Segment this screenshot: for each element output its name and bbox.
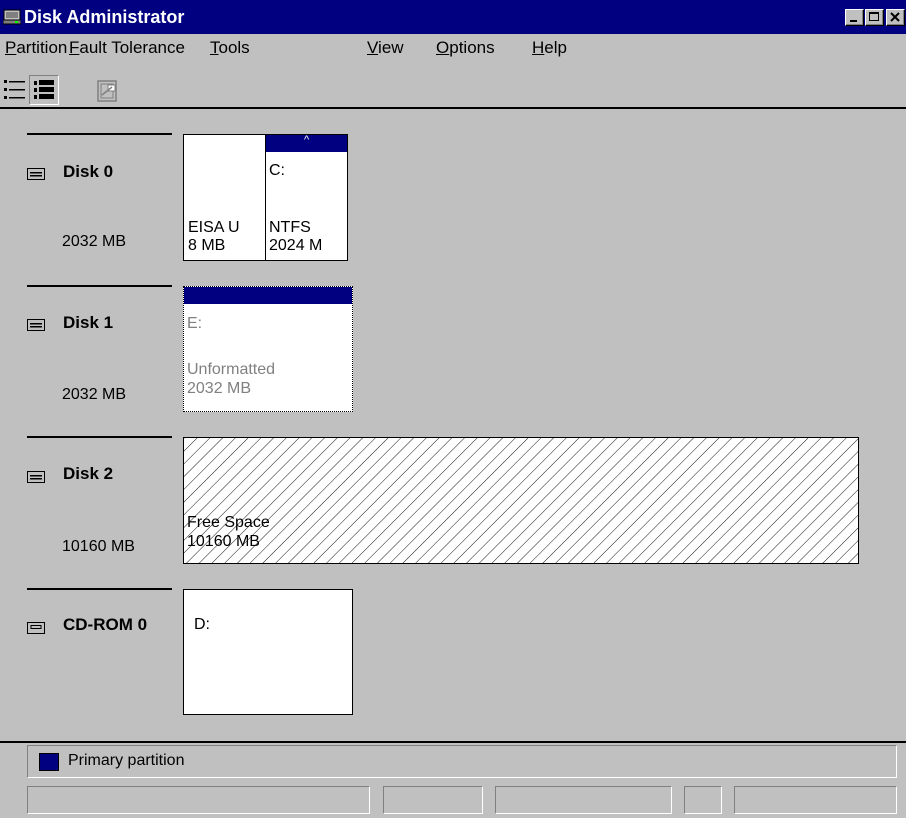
free-space[interactable]: Free Space 10160 MB bbox=[183, 437, 859, 564]
detail-view-button[interactable] bbox=[29, 75, 59, 105]
disk-size: 2032 MB bbox=[62, 386, 127, 403]
minimize-button[interactable] bbox=[845, 9, 864, 26]
minimize-icon bbox=[850, 20, 857, 22]
close-button[interactable] bbox=[886, 9, 905, 26]
disk-label: CD-ROM 0 bbox=[63, 615, 148, 634]
title-bar[interactable]: Disk Administrator bbox=[0, 0, 906, 34]
partition-eisa[interactable]: EISA U 8 MB bbox=[183, 134, 266, 261]
list-view-button[interactable] bbox=[3, 78, 27, 102]
partition-d[interactable]: D: bbox=[183, 589, 353, 715]
menu-label: ault Tolerance bbox=[79, 38, 185, 57]
primary-partition-bar: ^ bbox=[266, 135, 347, 152]
maximize-button[interactable] bbox=[865, 9, 884, 26]
status-pane bbox=[383, 786, 483, 814]
status-pane bbox=[495, 786, 672, 814]
partition-filesystem: EISA U bbox=[188, 219, 240, 236]
menu-options[interactable]: Options bbox=[436, 38, 495, 58]
status-pane bbox=[684, 786, 722, 814]
partition-c[interactable]: ^ C: NTFS 2024 M bbox=[265, 134, 348, 261]
disk-label: Disk 0 bbox=[63, 162, 114, 181]
menu-label: elp bbox=[544, 38, 567, 57]
menu-accel: T bbox=[210, 38, 219, 57]
partition-size: 10160 MB bbox=[187, 533, 260, 550]
maximize-icon bbox=[869, 12, 879, 21]
menu-bar: Partition Fault Tolerance Tools View Opt… bbox=[0, 34, 906, 64]
menu-view[interactable]: View bbox=[367, 38, 404, 58]
disk-label: Disk 1 bbox=[63, 313, 114, 332]
disk-size: 10160 MB bbox=[62, 538, 135, 555]
menu-label: iew bbox=[378, 38, 404, 57]
toolbar bbox=[0, 64, 906, 109]
menu-partition[interactable]: Partition bbox=[5, 38, 67, 58]
close-icon bbox=[890, 12, 900, 22]
primary-partition-swatch bbox=[39, 753, 59, 771]
disk-separator bbox=[27, 588, 172, 590]
partition-size: 2032 MB bbox=[187, 380, 252, 397]
partition-filesystem: Unformatted bbox=[187, 361, 276, 378]
hard-disk-icon bbox=[27, 168, 45, 180]
disk-separator bbox=[27, 285, 172, 287]
menu-accel: O bbox=[436, 38, 450, 57]
menu-fault-tolerance[interactable]: Fault Tolerance bbox=[69, 38, 185, 58]
partition-drive: E: bbox=[187, 315, 203, 332]
partition-size: 2024 M bbox=[269, 237, 323, 254]
menu-accel: H bbox=[532, 38, 545, 57]
disk-separator bbox=[27, 133, 172, 135]
partition-drive: C: bbox=[269, 162, 285, 179]
properties-button[interactable] bbox=[96, 79, 120, 103]
menu-accel: P bbox=[5, 38, 17, 57]
partition-e[interactable]: E: Unformatted 2032 MB bbox=[183, 286, 353, 412]
free-space-hatch bbox=[184, 438, 858, 563]
hard-disk-icon bbox=[27, 319, 45, 331]
menu-accel: V bbox=[367, 38, 379, 57]
status-pane bbox=[734, 786, 897, 814]
disk-size: 2032 MB bbox=[62, 233, 127, 250]
disk-label: Disk 2 bbox=[63, 464, 114, 483]
detail-view-icon bbox=[34, 80, 54, 99]
partition-filesystem: Free Space bbox=[187, 514, 270, 531]
partition-drive: D: bbox=[194, 616, 210, 633]
menu-label: artition bbox=[16, 38, 68, 57]
properties-icon bbox=[97, 80, 117, 102]
menu-tools[interactable]: Tools bbox=[210, 38, 250, 58]
partition-size: 8 MB bbox=[188, 237, 226, 254]
partition-bar-arrow: ^ bbox=[304, 134, 310, 146]
partition-filesystem: NTFS bbox=[269, 219, 311, 236]
list-view-icon bbox=[4, 80, 25, 99]
disk-separator bbox=[27, 436, 172, 438]
disk-map: Disk 0 2032 MB EISA U 8 MB ^ C: NTFS 202… bbox=[0, 109, 906, 742]
legend-label: Primary partition bbox=[68, 752, 185, 769]
status-pane bbox=[27, 786, 370, 814]
menu-accel: F bbox=[69, 38, 80, 57]
legend-separator bbox=[0, 741, 906, 743]
cdrom-icon bbox=[27, 622, 45, 634]
window-title: Disk Administrator bbox=[24, 7, 185, 27]
menu-label: ptions bbox=[449, 38, 495, 57]
menu-help[interactable]: Help bbox=[532, 38, 567, 58]
primary-partition-bar bbox=[184, 287, 352, 304]
disk-administrator-icon bbox=[3, 9, 21, 25]
menu-label: ools bbox=[218, 38, 250, 57]
hard-disk-icon bbox=[27, 471, 45, 483]
legend: Primary partition bbox=[27, 745, 897, 778]
